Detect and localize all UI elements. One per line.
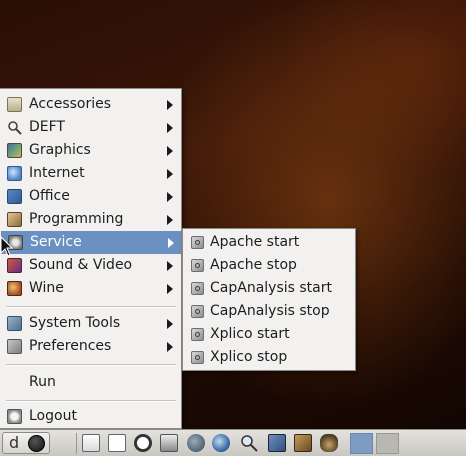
- text-editor-icon[interactable]: [108, 434, 126, 452]
- search-icon[interactable]: [240, 434, 258, 452]
- chevron-right-icon: [167, 261, 173, 271]
- menu-item-system-tools[interactable]: System Tools: [0, 312, 181, 335]
- chevron-right-icon: [167, 284, 173, 294]
- chevron-right-icon: [167, 123, 173, 133]
- menu-separator: [6, 364, 176, 366]
- menu-item-programming[interactable]: Programming: [0, 208, 181, 231]
- menu-item-graphics[interactable]: Graphics: [0, 139, 181, 162]
- menu-item-label: System Tools: [29, 315, 121, 331]
- menu-item-label: Service: [30, 234, 82, 250]
- menu-item-label: DEFT: [29, 119, 65, 135]
- wine-icon: [7, 281, 22, 296]
- office-icon: [7, 189, 22, 204]
- workspace-1-button[interactable]: [350, 433, 373, 454]
- menu-item-logout[interactable]: Logout: [0, 405, 181, 428]
- submenu-item-capanalysis-stop[interactable]: CapAnalysis stop: [183, 300, 355, 323]
- menu-item-label: Accessories: [29, 96, 112, 112]
- clock-icon[interactable]: [134, 434, 152, 452]
- deft-logo-icon: [28, 435, 45, 452]
- start-menu-label: d: [9, 433, 20, 452]
- submenu-item-label: Apache stop: [210, 257, 297, 273]
- sound-video-icon: [7, 258, 22, 273]
- logout-icon: [7, 409, 22, 424]
- workspace-2-button[interactable]: [376, 433, 399, 454]
- submenu-item-apache-start[interactable]: Apache start: [183, 231, 355, 254]
- menu-item-label: Run: [29, 374, 56, 390]
- submenu-item-label: Xplico stop: [210, 349, 288, 365]
- preferences-icon: [7, 339, 22, 354]
- submenu-item-xplico-start[interactable]: Xplico start: [183, 323, 355, 346]
- chevron-right-icon: [167, 100, 173, 110]
- system-tools-icon: [7, 316, 22, 331]
- service-script-icon: [191, 351, 204, 364]
- start-menu-button[interactable]: d: [2, 432, 50, 454]
- menu-item-label: Preferences: [29, 338, 112, 354]
- chevron-right-icon: [167, 319, 173, 329]
- service-script-icon: [191, 328, 204, 341]
- accessories-icon: [7, 97, 22, 112]
- service-script-icon: [191, 282, 204, 295]
- menu-item-label: Graphics: [29, 142, 91, 158]
- menu-separator: [6, 400, 176, 402]
- menu-item-label: Wine: [29, 280, 64, 296]
- browser-icon[interactable]: [212, 434, 230, 452]
- menu-item-wine[interactable]: Wine: [0, 277, 181, 300]
- submenu-item-xplico-stop[interactable]: Xplico stop: [183, 346, 355, 369]
- service-script-icon: [191, 259, 204, 272]
- mouse-cursor-icon: [0, 236, 14, 257]
- chevron-right-icon: [167, 215, 173, 225]
- file-manager-icon[interactable]: [268, 434, 286, 452]
- menu-item-label: Logout: [29, 408, 77, 424]
- graphics-icon: [7, 143, 22, 158]
- submenu-item-apache-stop[interactable]: Apache stop: [183, 254, 355, 277]
- deft-icon: [7, 120, 22, 135]
- menu-separator: [6, 306, 176, 308]
- menu-item-sound-video[interactable]: Sound & Video: [0, 254, 181, 277]
- internet-icon: [7, 166, 22, 181]
- chevron-right-icon: [167, 192, 173, 202]
- network-map-icon[interactable]: [320, 434, 338, 452]
- menu-item-label: Office: [29, 188, 70, 204]
- service-script-icon: [191, 305, 204, 318]
- taskbar: d: [0, 429, 466, 456]
- show-desktop-icon[interactable]: [82, 434, 100, 452]
- submenu-item-label: CapAnalysis stop: [210, 303, 330, 319]
- menu-item-service[interactable]: Service: [1, 231, 181, 254]
- menu-item-label: Sound & Video: [29, 257, 133, 273]
- chevron-right-icon: [167, 146, 173, 156]
- network-tool-icon[interactable]: [187, 434, 205, 452]
- submenu-item-label: Apache start: [210, 234, 300, 250]
- submenu-item-label: CapAnalysis start: [210, 280, 332, 296]
- taskbar-separator: [76, 433, 77, 454]
- drive-icon[interactable]: [160, 434, 178, 452]
- submenu-item-label: Xplico start: [210, 326, 290, 342]
- menu-item-office[interactable]: Office: [0, 185, 181, 208]
- package-icon[interactable]: [294, 434, 312, 452]
- menu-item-deft[interactable]: DEFT: [0, 116, 181, 139]
- menu-item-run[interactable]: Run: [0, 371, 181, 394]
- menu-item-accessories[interactable]: Accessories: [0, 93, 181, 116]
- menu-item-preferences[interactable]: Preferences: [0, 335, 181, 358]
- main-menu: Accessories DEFT Graphics Internet Offic…: [0, 88, 182, 429]
- submenu-item-capanalysis-start[interactable]: CapAnalysis start: [183, 277, 355, 300]
- service-submenu: Apache start Apache stop CapAnalysis sta…: [182, 228, 356, 371]
- chevron-right-icon: [167, 169, 173, 179]
- menu-item-label: Programming: [29, 211, 124, 227]
- menu-item-internet[interactable]: Internet: [0, 162, 181, 185]
- chevron-right-icon: [167, 342, 173, 352]
- chevron-right-icon: [168, 238, 174, 248]
- service-script-icon: [191, 236, 204, 249]
- programming-icon: [7, 212, 22, 227]
- menu-item-label: Internet: [29, 165, 85, 181]
